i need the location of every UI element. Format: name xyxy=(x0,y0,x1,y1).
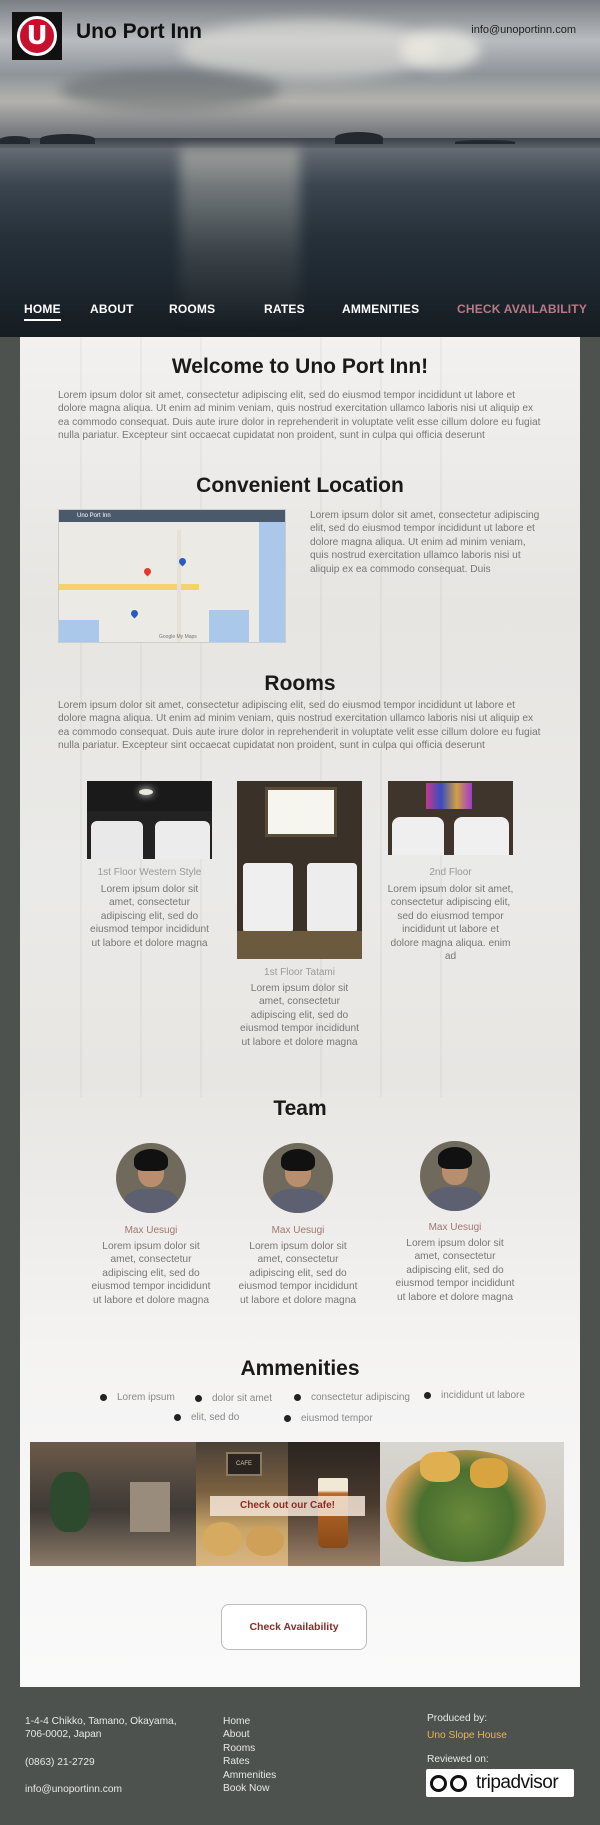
nav-home[interactable]: HOME xyxy=(24,302,61,321)
team-avatar xyxy=(420,1141,490,1211)
check-availability-button[interactable]: Check Availability xyxy=(221,1604,367,1650)
amenity-item: incididunt ut labore xyxy=(424,1390,525,1401)
room-photo-western[interactable] xyxy=(87,781,212,859)
welcome-text: Lorem ipsum dolor sit amet, consectetur … xyxy=(58,390,541,442)
sun-reflection xyxy=(180,148,300,328)
team-name: Max Uesugi xyxy=(428,1222,482,1233)
amenities-title: Ammenities xyxy=(240,1357,360,1380)
reviewed-label: Reviewed on: xyxy=(427,1754,489,1765)
main-content: Welcome to Uno Port Inn! Lorem ipsum dol… xyxy=(20,337,580,1687)
team-avatar xyxy=(263,1143,333,1213)
amenity-item: eiusmod tempor xyxy=(284,1413,373,1424)
map-water xyxy=(59,620,99,642)
footer-address: 1-4-4 Chikko, Tamano, Okayama, 706-0002,… xyxy=(25,1716,177,1741)
room-photo-2nd-floor[interactable] xyxy=(388,781,513,855)
location-text: Lorem ipsum dolor sit amet, consectetur … xyxy=(310,510,540,575)
room-caption: 2nd Floor xyxy=(429,867,472,878)
team-desc: Lorem ipsum dolor sit amet, consectetur … xyxy=(91,1241,211,1306)
logo-mark: U xyxy=(17,16,57,56)
room-desc: Lorem ipsum dolor sit amet, consectetur … xyxy=(240,983,359,1048)
footer-link-rooms[interactable]: Rooms xyxy=(223,1742,276,1755)
sky-cloud xyxy=(60,70,280,110)
map-water xyxy=(209,610,249,642)
location-map[interactable]: Uno Port Inn Google My Maps xyxy=(58,509,286,643)
main-nav: HOME ABOUT ROOMS RATES AMMENITIES CHECK … xyxy=(0,302,600,322)
room-desc: Lorem ipsum dolor sit amet, consectetur … xyxy=(90,884,209,949)
amenity-item: Lorem ipsum xyxy=(100,1392,175,1403)
team-desc: Lorem ipsum dolor sit amet, consectetur … xyxy=(238,1241,358,1306)
island xyxy=(0,136,30,144)
footer-email[interactable]: info@unoportinn.com xyxy=(25,1783,122,1796)
footer-link-rates[interactable]: Rates xyxy=(223,1755,276,1768)
sky-cloud xyxy=(400,30,480,70)
footer-link-book-now[interactable]: Book Now xyxy=(223,1782,276,1795)
rooms-title: Rooms xyxy=(264,672,336,695)
hero-banner: U Uno Port Inn info@unoportinn.com HOME … xyxy=(0,0,600,337)
team-avatar xyxy=(116,1143,186,1213)
nav-amenities[interactable]: AMMENITIES xyxy=(342,302,419,316)
map-title-bar: Uno Port Inn xyxy=(59,510,285,522)
logo[interactable]: U xyxy=(12,12,62,60)
map-road xyxy=(177,530,181,642)
amenity-item: consectetur adipiscing xyxy=(294,1392,410,1403)
team-name: Max Uesugi xyxy=(124,1225,178,1236)
footer-link-about[interactable]: About xyxy=(223,1728,276,1741)
island xyxy=(455,140,515,144)
footer-link-home[interactable]: Home xyxy=(223,1715,276,1728)
footer-link-amenities[interactable]: Ammenities xyxy=(223,1769,276,1782)
bullet-icon xyxy=(424,1391,431,1399)
nav-about[interactable]: ABOUT xyxy=(90,302,134,316)
site-footer: 1-4-4 Chikko, Tamano, Okayama, 706-0002,… xyxy=(0,1687,600,1825)
team-name: Max Uesugi xyxy=(271,1225,325,1236)
brand-name[interactable]: Uno Port Inn xyxy=(76,20,202,44)
room-desc: Lorem ipsum dolor sit amet, consectetur … xyxy=(387,884,514,963)
nav-check-availability[interactable]: CHECK AVAILABILITY xyxy=(457,302,587,316)
bullet-icon xyxy=(284,1414,291,1422)
island xyxy=(40,134,95,144)
bullet-icon xyxy=(100,1393,107,1401)
tripadvisor-owl-icon xyxy=(430,1773,472,1793)
bullet-icon xyxy=(195,1394,202,1402)
team-desc: Lorem ipsum dolor sit amet, consectetur … xyxy=(395,1238,515,1303)
cafe-sign: CAFE xyxy=(226,1452,262,1476)
amenity-item: elit, sed do xyxy=(174,1412,239,1423)
map-pin-icon[interactable] xyxy=(129,608,140,619)
bullet-icon xyxy=(294,1393,301,1401)
nav-rates[interactable]: RATES xyxy=(264,302,305,316)
cafe-photo-salad xyxy=(380,1442,564,1566)
location-title: Convenient Location xyxy=(196,474,404,497)
room-photo-tatami[interactable] xyxy=(237,781,362,959)
nav-rooms[interactable]: ROOMS xyxy=(169,302,215,316)
produced-by-link[interactable]: Uno Slope House xyxy=(427,1729,507,1742)
footer-phone[interactable]: (0863) 21-2729 xyxy=(25,1756,95,1769)
header-email[interactable]: info@unoportinn.com xyxy=(471,24,576,36)
amenity-item: dolor sit amet xyxy=(195,1393,272,1404)
map-water xyxy=(259,522,285,642)
cafe-label[interactable]: Check out our Cafe! xyxy=(210,1496,365,1516)
rooms-text: Lorem ipsum dolor sit amet, consectetur … xyxy=(58,700,541,752)
tripadvisor-badge[interactable]: tripadvisor xyxy=(426,1769,574,1797)
map-footer: Google My Maps xyxy=(159,634,197,640)
team-title: Team xyxy=(273,1097,327,1120)
room-caption: 1st Floor Tatami xyxy=(264,967,335,978)
bullet-icon xyxy=(174,1413,181,1421)
tripadvisor-wordmark: tripadvisor xyxy=(476,1772,559,1793)
map-pin-icon[interactable] xyxy=(142,566,153,577)
produced-label: Produced by: xyxy=(427,1713,488,1724)
cafe-gallery[interactable]: CAFE Check out our Cafe! xyxy=(30,1442,564,1566)
cafe-photo-terrace xyxy=(30,1442,196,1566)
room-caption: 1st Floor Western Style xyxy=(97,867,202,878)
footer-links: Home About Rooms Rates Ammenities Book N… xyxy=(223,1715,276,1795)
welcome-title: Welcome to Uno Port Inn! xyxy=(171,355,429,378)
island xyxy=(335,132,383,144)
